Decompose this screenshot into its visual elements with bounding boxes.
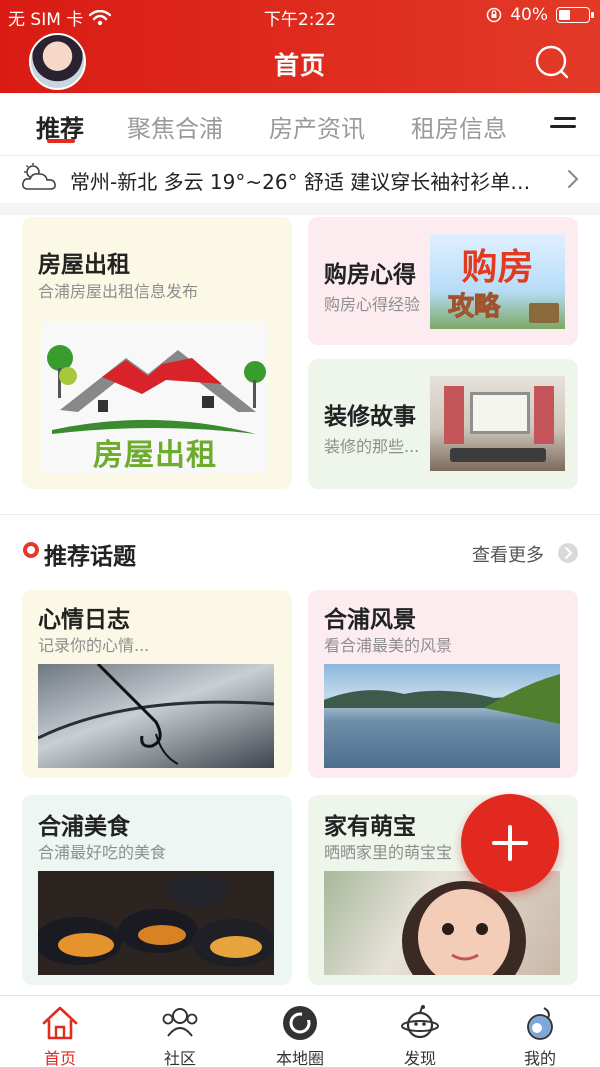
status-bar: 无 SIM 卡 下午2:22 40%	[0, 0, 600, 32]
add-post-button[interactable]	[461, 794, 559, 892]
topic-card-mood[interactable]: 心情日志 记录你的心情...	[22, 590, 292, 778]
local-circle-icon	[283, 1006, 317, 1040]
recommended-topics-title: 推荐话题	[44, 544, 136, 570]
nav-profile[interactable]: 我的	[480, 996, 600, 1067]
nav-home[interactable]: 首页	[0, 996, 120, 1067]
buy-guide-image: 购房 攻略	[430, 234, 565, 329]
topic-title: 家有萌宝	[324, 814, 416, 840]
books-graphic	[529, 303, 559, 323]
carrier-label: 无 SIM 卡	[8, 10, 84, 30]
topic-title: 合浦美食	[38, 814, 130, 840]
mood-image	[38, 664, 274, 768]
scenery-image	[324, 664, 560, 768]
category-tabs: 推荐 聚焦合浦 房产资讯 租房信息	[0, 93, 600, 156]
nav-home-label: 首页	[43, 1049, 76, 1067]
nav-profile-label: 我的	[523, 1049, 556, 1067]
chevron-right-circle-icon[interactable]	[558, 543, 578, 563]
topic-card-food[interactable]: 合浦美食 合浦最好吃的美食	[22, 795, 292, 985]
section-gap	[0, 203, 600, 215]
rental-card[interactable]: 房屋出租 合浦房屋出租信息发布 房屋出租	[22, 217, 292, 489]
discover-icon	[401, 1005, 439, 1039]
nav-local-circle-label: 本地圈	[275, 1049, 324, 1067]
decoration-story-card[interactable]: 装修故事 装修的那些...	[308, 359, 578, 489]
section-divider	[0, 514, 600, 515]
nav-discover-label: 发现	[403, 1049, 436, 1067]
battery-icon	[556, 7, 594, 23]
food-image	[38, 871, 274, 975]
rental-image-caption: 房屋出租	[93, 438, 217, 473]
topic-subtitle: 合浦最好吃的美食	[38, 843, 167, 862]
top-header: 无 SIM 卡 下午2:22 40% 首页	[0, 0, 600, 93]
tab-rental-info[interactable]: 租房信息	[411, 109, 507, 144]
rental-card-title: 房屋出租	[38, 252, 130, 278]
topic-card-scenery[interactable]: 合浦风景 看合浦最美的风景	[308, 590, 578, 778]
rental-card-subtitle: 合浦房屋出租信息发布	[38, 282, 199, 301]
topic-subtitle: 记录你的心情...	[38, 636, 150, 655]
cloudy-icon	[22, 163, 56, 190]
decoration-image	[430, 376, 565, 471]
topic-subtitle: 晒晒家里的萌宝宝	[324, 843, 453, 862]
topic-subtitle: 看合浦最美的风景	[324, 636, 453, 655]
section-bullet-icon	[23, 542, 39, 558]
buy-card-title: 购房心得	[324, 262, 416, 288]
bottom-navigation: 首页 社区 本地圈 发现 我的	[0, 995, 600, 1067]
more-categories-icon[interactable]	[550, 117, 576, 133]
active-tab-indicator	[47, 139, 75, 143]
search-icon[interactable]	[534, 44, 570, 80]
weather-bar[interactable]: 常州-新北 多云 19°~26° 舒适 建议穿长袖衬衫单…	[0, 157, 600, 203]
battery-percent: 40%	[510, 5, 548, 25]
nav-discover[interactable]: 发现	[360, 996, 480, 1067]
orientation-lock-icon	[486, 7, 502, 23]
topic-title: 合浦风景	[324, 607, 416, 633]
see-more-link[interactable]: 查看更多	[472, 541, 544, 567]
buy-experience-card[interactable]: 购房心得 购房心得经验 购房 攻略	[308, 217, 578, 345]
buy-guide-text-1: 购房	[461, 247, 534, 288]
nav-community[interactable]: 社区	[120, 996, 240, 1067]
chevron-right-icon	[568, 170, 579, 188]
community-icon	[162, 1008, 198, 1037]
deco-card-title: 装修故事	[324, 404, 416, 430]
wifi-icon	[89, 9, 112, 25]
profile-icon	[527, 1007, 553, 1040]
page-title: 首页	[273, 51, 326, 80]
buy-guide-text-2: 攻略	[447, 292, 501, 323]
rental-image: 房屋出租	[42, 322, 268, 474]
weather-text: 常州-新北 多云 19°~26° 舒适 建议穿长袖衬衫单…	[70, 170, 531, 194]
nav-community-label: 社区	[163, 1049, 196, 1067]
tab-property-news[interactable]: 房产资讯	[269, 109, 365, 144]
buy-card-subtitle: 购房心得经验	[324, 295, 421, 314]
home-icon	[42, 1006, 78, 1040]
topic-title: 心情日志	[38, 607, 130, 633]
nav-local-circle[interactable]: 本地圈	[240, 996, 360, 1067]
tab-focus-hepu[interactable]: 聚焦合浦	[127, 109, 223, 144]
deco-card-subtitle: 装修的那些...	[324, 437, 420, 456]
